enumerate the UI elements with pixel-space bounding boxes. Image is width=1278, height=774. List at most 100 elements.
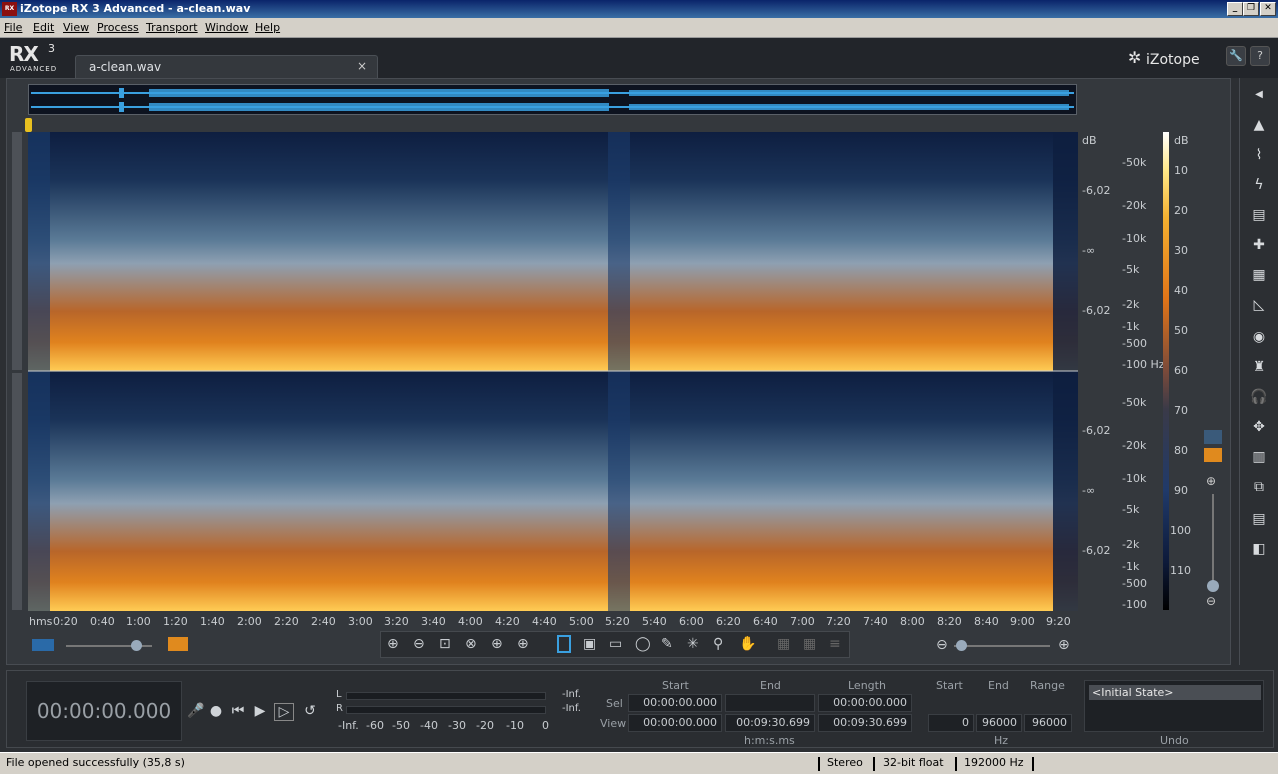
export-icon[interactable]: ◧ — [1244, 536, 1274, 562]
denoise-icon[interactable]: ▤ — [1244, 202, 1274, 228]
lasso-icon[interactable]: ◯ — [635, 636, 651, 652]
menu-help[interactable]: Help — [255, 21, 280, 34]
menu-file[interactable]: File — [4, 21, 22, 34]
waveform-overview[interactable] — [28, 84, 1077, 115]
play-button[interactable]: ▶ — [250, 703, 270, 721]
waveform-opacity-icon — [32, 639, 54, 651]
level-meter: L R -Inf. -Inf. -Inf. -60 -50 -40 -30 -2… — [336, 689, 581, 732]
declip-icon[interactable]: ▲ — [1244, 112, 1274, 138]
hz-range-field[interactable]: 96000 — [1024, 714, 1072, 732]
menu-window[interactable]: Window — [205, 21, 248, 34]
declick-icon[interactable]: ⌇ — [1244, 142, 1274, 168]
zoom-time-icon[interactable]: ⊕ — [491, 636, 503, 652]
loop-button[interactable]: ↺ — [300, 703, 320, 721]
spectrogram[interactable] — [28, 132, 1078, 611]
plugin-icon[interactable]: ⧉ — [1244, 474, 1274, 500]
horizontal-zoom-in-icon[interactable]: ⊕ — [1058, 637, 1070, 653]
histogram-icon[interactable]: ▥ — [1244, 444, 1274, 470]
spectrum-icon[interactable]: ♜ — [1244, 354, 1274, 380]
go-to-start-button[interactable]: ⏮ — [228, 703, 248, 721]
time-freq-selection-icon[interactable]: ▣ — [583, 636, 596, 652]
sel-end-field[interactable] — [725, 694, 815, 712]
headphones-icon[interactable]: 🎧 — [1244, 384, 1274, 410]
undo-item-initial-state[interactable]: <Initial State> — [1089, 685, 1261, 700]
status-bar: File opened successfully (35,8 s) Stereo… — [0, 752, 1278, 774]
find-similar-icon[interactable]: ▦ — [777, 636, 790, 652]
selection-time-panel: Start End Length Sel View 00:00:00.000 0… — [596, 677, 918, 747]
app-icon: RX — [2, 2, 17, 16]
harmonic-select-icon[interactable]: ▦ — [803, 636, 816, 652]
file-tab[interactable]: a-clean.wav × — [75, 55, 378, 78]
help-icon[interactable]: ? — [1250, 46, 1270, 66]
meter-left-bar — [346, 692, 546, 700]
sel-start-field[interactable]: 00:00:00.000 — [628, 694, 722, 712]
playhead-marker[interactable] — [25, 118, 32, 132]
record-button[interactable]: ● — [206, 703, 226, 721]
record-arm-icon[interactable]: 🎤 — [186, 703, 206, 721]
spectrogram-view-icon[interactable] — [1204, 448, 1222, 462]
opacity-slider-handle[interactable] — [131, 640, 142, 651]
collapse-panel-icon[interactable]: ◀ — [1244, 82, 1274, 108]
channel-right-selector[interactable] — [12, 373, 22, 610]
close-tab-icon[interactable]: × — [357, 59, 367, 73]
eq-icon[interactable]: ◺ — [1244, 292, 1274, 318]
brush-icon[interactable]: ✎ — [661, 636, 673, 652]
menu-bar: File Edit View Process Transport Window … — [0, 18, 1278, 38]
wrench-icon[interactable]: 🔧 — [1226, 46, 1246, 66]
vertical-zoom-slider[interactable] — [1212, 494, 1214, 584]
menu-view[interactable]: View — [63, 21, 89, 34]
close-button[interactable]: ✕ — [1260, 2, 1276, 16]
deconstruct-icon[interactable]: ▦ — [1244, 262, 1274, 288]
timeline-ruler: hms 0:20 0:40 1:00 1:20 1:40 2:00 2:20 2… — [29, 615, 1071, 628]
play-selection-button[interactable]: ▷ — [274, 703, 294, 721]
zoom-freq-icon[interactable]: ⊕ — [517, 636, 529, 652]
magic-wand-icon[interactable]: ✳ — [687, 636, 699, 652]
izotope-star-icon: ✲ — [1128, 48, 1142, 67]
zoom-in-icon[interactable]: ⊕ — [1206, 474, 1216, 488]
title-bar: RX iZotope RX 3 Advanced - a-clean.wav _… — [0, 0, 1278, 18]
zoom-in-tool-icon[interactable]: ⊕ — [387, 636, 399, 652]
undo-history[interactable]: <Initial State> — [1084, 680, 1264, 732]
hz-start-field[interactable]: 0 — [928, 714, 974, 732]
freq-selection-icon[interactable]: ▭ — [609, 636, 622, 652]
waveform-view-icon[interactable] — [1204, 430, 1222, 444]
horizontal-zoom-slider[interactable] — [954, 645, 1050, 647]
spectral-repair-icon[interactable]: ✚ — [1244, 232, 1274, 258]
status-channels: Stereo — [827, 756, 863, 769]
horizontal-zoom-handle[interactable] — [956, 640, 967, 651]
time-pitch-icon[interactable]: ✥ — [1244, 414, 1274, 440]
status-message: File opened successfully (35,8 s) — [6, 756, 185, 769]
frequency-range-panel: Start End Range 0 96000 96000 Hz — [926, 677, 1076, 747]
zoom-out-tool-icon[interactable]: ⊖ — [413, 636, 425, 652]
izotope-logo: ✲ iZotope — [1128, 48, 1200, 68]
magnify-icon[interactable]: ⚲ — [713, 636, 723, 652]
vertical-zoom-controls: ⊕ ⊖ — [1204, 430, 1222, 610]
restore-button[interactable]: ❐ — [1243, 2, 1259, 16]
colorbar-gradient — [1163, 132, 1169, 610]
minimize-button[interactable]: _ — [1227, 2, 1243, 16]
menu-edit[interactable]: Edit — [33, 21, 54, 34]
header-buttons: 🔧 ? — [1226, 46, 1276, 68]
amplitude-frequency-scale: dB -6,02 -∞ -6,02 -50k -20k -10k -5k -2k… — [1082, 134, 1165, 611]
horizontal-zoom-out-icon[interactable]: ⊖ — [936, 637, 948, 653]
batch-icon[interactable]: ▤ — [1244, 506, 1274, 532]
gain-icon[interactable]: ◉ — [1244, 324, 1274, 350]
hand-icon[interactable]: ✋ — [739, 636, 756, 652]
view-length-field[interactable]: 00:09:30.699 — [818, 714, 912, 732]
menu-transport[interactable]: Transport — [146, 21, 198, 34]
zoom-reset-icon[interactable]: ⊗ — [465, 636, 477, 652]
sel-length-field[interactable]: 00:00:00.000 — [818, 694, 912, 712]
channel-left-selector[interactable] — [12, 132, 22, 370]
menu-process[interactable]: Process — [97, 21, 139, 34]
zoom-selection-icon[interactable]: ⊡ — [439, 636, 451, 652]
dehum-icon[interactable]: ϟ — [1244, 172, 1274, 198]
vertical-zoom-handle[interactable] — [1207, 580, 1219, 592]
partial-select-icon[interactable]: ≡ — [829, 636, 841, 652]
view-end-field[interactable]: 00:09:30.699 — [725, 714, 815, 732]
time-selection-icon[interactable] — [557, 635, 571, 653]
view-start-field[interactable]: 00:00:00.000 — [628, 714, 722, 732]
hz-end-field[interactable]: 96000 — [976, 714, 1022, 732]
status-format: 32-bit float — [883, 756, 944, 769]
zoom-out-icon[interactable]: ⊖ — [1206, 594, 1216, 608]
meter-right-bar — [346, 706, 546, 714]
